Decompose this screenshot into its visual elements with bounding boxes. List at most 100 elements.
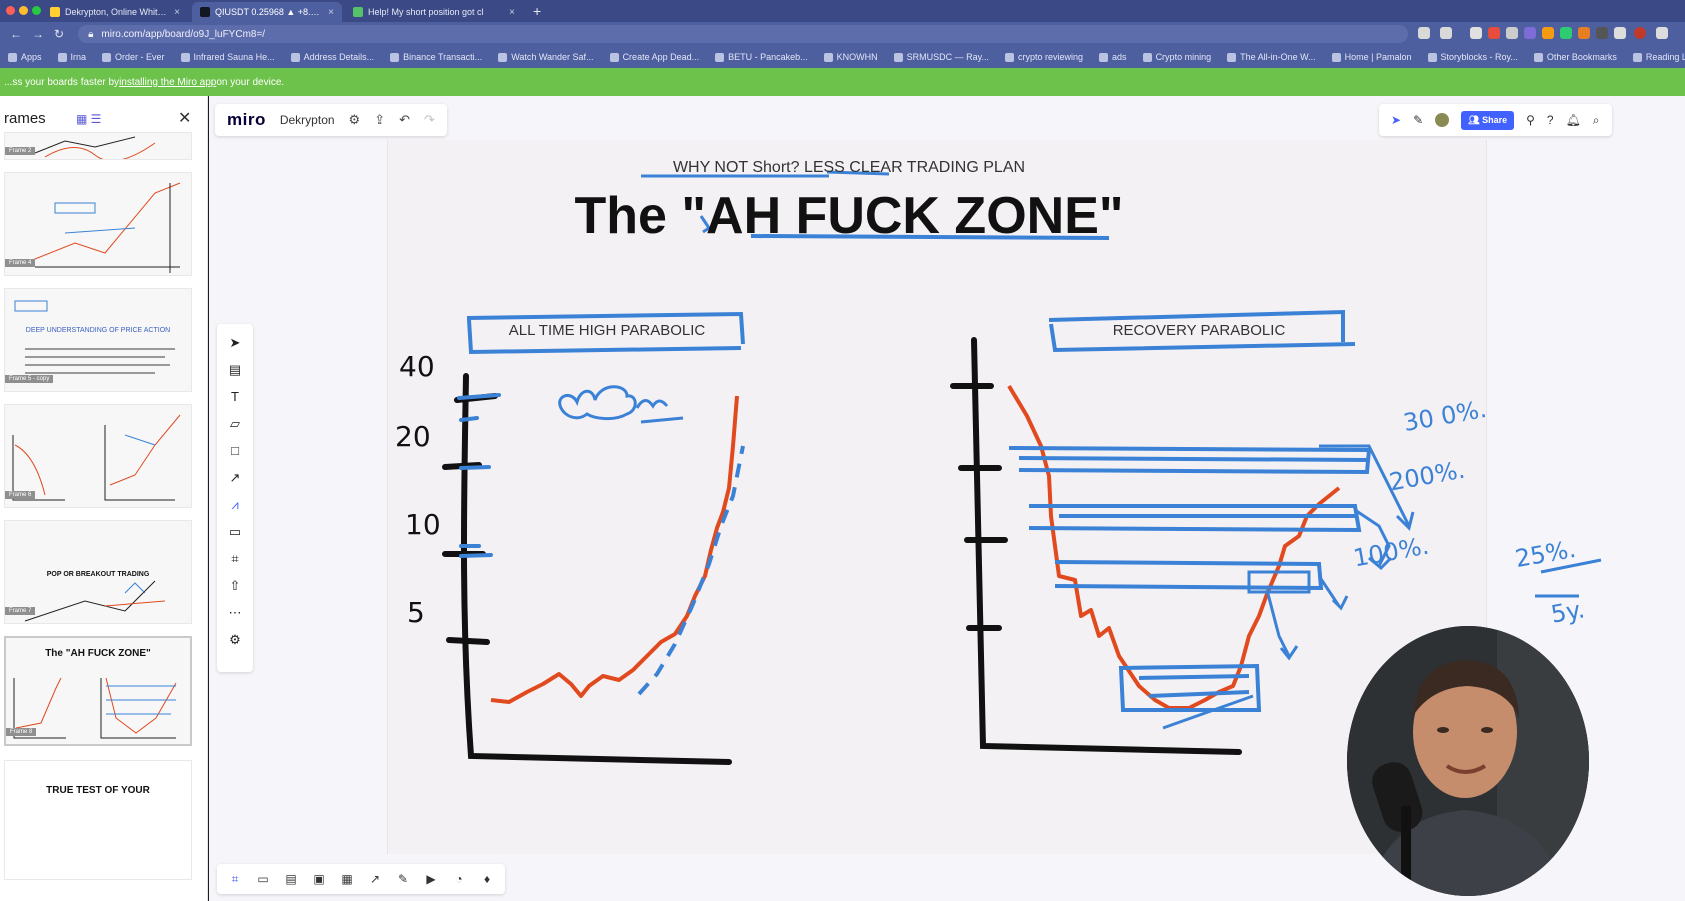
bookmark-favicon-icon <box>609 52 619 62</box>
chat-icon[interactable]: ▤ <box>283 871 299 887</box>
board-settings-icon[interactable]: ⚙ <box>349 112 361 128</box>
left-chart-trend-dash <box>637 445 745 696</box>
bookmark-item[interactable]: SRMUSDC — Ray... <box>886 52 997 62</box>
maximize-window-dot[interactable] <box>32 6 41 15</box>
close-tab-icon[interactable]: × <box>509 7 515 18</box>
apps-tool-icon[interactable]: ⚙ <box>224 629 246 650</box>
cards-icon[interactable]: ▣ <box>311 871 327 887</box>
comment-tool-icon[interactable]: ▭ <box>224 521 246 542</box>
share-screen-icon[interactable]: ↗ <box>367 871 383 887</box>
sticky-note-tool-icon[interactable]: ▱ <box>224 413 246 434</box>
extension-icon[interactable] <box>1524 27 1536 39</box>
bookmark-item[interactable]: Binance Transacti... <box>382 52 490 62</box>
bookmark-item[interactable]: Storyblocks - Roy... <box>1420 52 1526 62</box>
extension-icon[interactable] <box>1506 27 1518 39</box>
bookmark-item[interactable]: ads <box>1091 52 1135 62</box>
bookmark-item[interactable]: Other Bookmarks <box>1526 52 1625 62</box>
back-icon[interactable]: ← <box>10 27 22 41</box>
share-icon: 👥︎ <box>1468 114 1483 125</box>
frame-thumbnail[interactable]: DEEP UNDERSTANDING OF PRICE ACTION Frame… <box>4 288 192 392</box>
minimize-window-dot[interactable] <box>19 6 28 15</box>
help-icon[interactable]: ? <box>1547 113 1554 127</box>
frame-thumbnail[interactable]: POP OR BREAKOUT TRADING Frame 7 <box>4 520 192 624</box>
close-tab-icon[interactable]: × <box>328 7 334 18</box>
bookmark-item[interactable]: Irna <box>50 52 95 62</box>
extension-icon[interactable] <box>1488 27 1500 39</box>
pen-tool-icon[interactable]: ⩘ <box>224 494 246 515</box>
url-field[interactable]: 🔒︎ miro.com/app/board/o9J_luFYCm8=/ <box>78 25 1409 43</box>
export-icon[interactable]: ⇪ <box>374 112 385 128</box>
settings-sliders-icon[interactable]: ⚲ <box>1526 113 1535 127</box>
miro-top-right-bar: ➤ ✎ 👥︎ Share ⚲ ? 🔔︎ ⌕ <box>1379 104 1612 136</box>
select-tool-icon[interactable]: ➤ <box>224 332 246 353</box>
close-tab-icon[interactable]: × <box>174 7 180 18</box>
frame-tool-icon[interactable]: ⌗ <box>224 548 246 569</box>
forward-icon[interactable]: → <box>32 27 44 41</box>
new-tab-button[interactable]: + <box>533 3 541 19</box>
bookmark-favicon-icon <box>1427 52 1437 62</box>
bookmark-item[interactable]: Crypto mining <box>1135 52 1220 62</box>
bookmark-item[interactable]: Apps <box>0 52 50 62</box>
extension-icon[interactable] <box>1470 27 1482 39</box>
bookmark-item[interactable]: Home | Pamalon <box>1324 52 1420 62</box>
extension-icon[interactable] <box>1578 27 1590 39</box>
kanban-icon[interactable]: ▦ <box>339 871 355 887</box>
close-panel-icon[interactable]: ✕ <box>178 108 191 128</box>
shape-tool-icon[interactable]: □ <box>224 440 246 461</box>
reload-icon[interactable]: ↻ <box>54 27 64 41</box>
bookmark-item[interactable]: KNOWHN <box>816 52 886 62</box>
pen-tool-icon[interactable]: ✎ <box>1413 113 1423 127</box>
bookmark-item[interactable]: Reading List <box>1625 52 1685 62</box>
user-avatar[interactable] <box>1435 113 1450 127</box>
bookmark-item[interactable]: Infrared Sauna He... <box>173 52 283 62</box>
more-tools-icon[interactable]: ⋯ <box>224 602 246 623</box>
line-tool-icon[interactable]: ↗ <box>224 467 246 488</box>
video-icon[interactable]: ▶ <box>423 871 439 887</box>
bookmark-item[interactable]: Create App Dead... <box>602 52 708 62</box>
frame-thumbnail[interactable]: Frame 2 <box>4 132 192 160</box>
profile-avatar[interactable] <box>1634 27 1646 39</box>
bookmark-star-icon[interactable] <box>1440 27 1452 39</box>
install-app-link[interactable]: installing the Miro app <box>119 77 216 88</box>
browser-menu-icon[interactable] <box>1656 27 1668 39</box>
bookmark-item[interactable]: crypto reviewing <box>997 52 1091 62</box>
timer-icon[interactable]: ◔ <box>451 871 467 887</box>
browser-tab-miro[interactable]: Dekrypton, Online Whiteboard × <box>42 2 188 22</box>
board-name[interactable]: Dekrypton <box>280 113 335 127</box>
frames-icon[interactable]: ⌗ <box>227 871 243 887</box>
vote-icon[interactable]: ♦ <box>479 871 495 887</box>
frame-thumbnail[interactable]: TRUE TEST OF YOUR <box>4 760 192 880</box>
close-window-dot[interactable] <box>6 6 15 15</box>
cursor-tool-icon[interactable]: ➤ <box>1391 113 1401 127</box>
share-page-icon[interactable] <box>1418 27 1430 39</box>
text-tool-icon[interactable]: T <box>224 386 246 407</box>
browser-tab-tradingview[interactable]: QIUSDT 0.25968 ▲ +8.2% kry × <box>192 2 342 22</box>
bookmark-item[interactable]: The All-in-One W... <box>1219 52 1324 62</box>
browser-tab-help[interactable]: Help! My short position got cl × <box>345 2 523 22</box>
frame-thumbnail[interactable]: Frame 4 <box>4 172 192 276</box>
extensions-puzzle-icon[interactable] <box>1614 27 1626 39</box>
bookmark-item[interactable]: BETU - Pancakeb... <box>707 52 816 62</box>
title-zone: "AH FUCK ZONE" <box>681 187 1124 245</box>
redo-icon[interactable]: ↷ <box>424 112 435 128</box>
miro-logo[interactable]: miro <box>227 110 266 130</box>
bookmark-item[interactable]: Address Details... <box>283 52 383 62</box>
frame-thumbnail[interactable]: Frame 6 <box>4 404 192 508</box>
grid-view-icon[interactable]: ▦ ☰ <box>76 112 101 126</box>
bookmark-item[interactable]: Watch Wander Saf... <box>490 52 601 62</box>
notifications-bell-icon[interactable]: 🔔︎ <box>1566 113 1581 127</box>
search-icon[interactable]: ⌕ <box>1593 113 1600 128</box>
extension-icon[interactable] <box>1560 27 1572 39</box>
share-button[interactable]: 👥︎ Share <box>1461 110 1515 130</box>
notes-icon[interactable]: ✎ <box>395 871 411 887</box>
install-app-banner: ...ss your boards faster by installing t… <box>0 68 1685 96</box>
extension-icon[interactable] <box>1596 27 1608 39</box>
bookmark-item[interactable]: Order - Ever <box>94 52 173 62</box>
upload-tool-icon[interactable]: ⇧ <box>224 575 246 596</box>
frame-thumbnail-selected[interactable]: The "AH FUCK ZONE" Frame 8 <box>4 636 192 746</box>
comments-icon[interactable]: ▭ <box>255 871 271 887</box>
templates-tool-icon[interactable]: ▤ <box>224 359 246 380</box>
cloud-doodle <box>558 385 637 421</box>
undo-icon[interactable]: ↶ <box>399 112 410 128</box>
extension-icon[interactable] <box>1542 27 1554 39</box>
